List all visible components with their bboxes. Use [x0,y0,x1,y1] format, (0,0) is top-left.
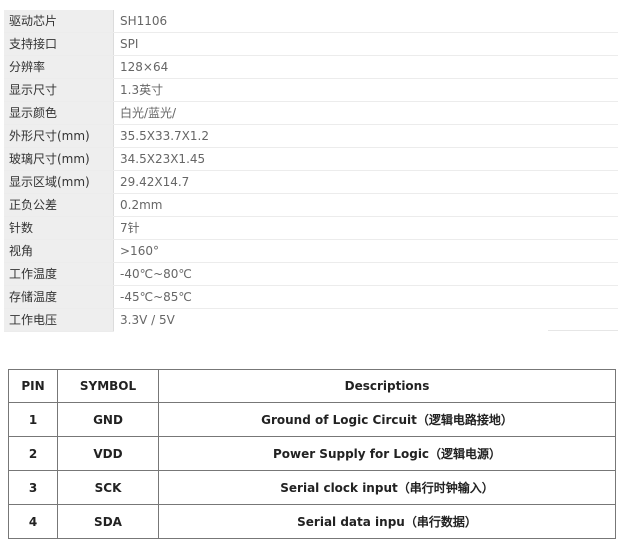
pin-number: 3 [8,470,58,505]
table-row: 2 VDD Power Supply for Logic（逻辑电源） [8,436,616,471]
spec-row: 针数 7针 [4,216,618,240]
pin-description: Serial clock input（串行时钟输入） [158,470,616,505]
spec-row: 驱动芯片 SH1106 [4,10,618,33]
pin-symbol: VDD [57,436,159,471]
pin-symbol: GND [57,402,159,437]
spec-label: 显示颜色 [4,101,114,125]
spec-label: 视角 [4,239,114,263]
spec-label: 驱动芯片 [4,10,114,33]
spec-value: 35.5X33.7X1.2 [113,124,618,148]
pin-number: 4 [8,504,58,539]
header-pin: PIN [8,369,58,403]
pin-description: Serial data inpu（串行数据） [158,504,616,539]
spec-value: >160° [113,239,618,263]
header-symbol: SYMBOL [57,369,159,403]
spec-row: 外形尺寸(mm) 35.5X33.7X1.2 [4,124,618,148]
spec-label: 工作温度 [4,262,114,286]
spec-value: 3.3V / 5V [120,313,175,328]
spec-row: 玻璃尺寸(mm) 34.5X23X1.45 [4,147,618,171]
spec-label: 支持接口 [4,32,114,56]
spec-label: 玻璃尺寸(mm) [4,147,114,171]
spec-row: 正负公差 0.2mm [4,193,618,217]
table-row: 4 SDA Serial data inpu（串行数据） [8,504,616,539]
spec-label: 正负公差 [4,193,114,217]
spec-row: 显示区域(mm) 29.42X14.7 [4,170,618,194]
header-descriptions: Descriptions [158,369,616,403]
spec-row: 视角 >160° [4,239,618,263]
spec-label: 外形尺寸(mm) [4,124,114,148]
table-divider [548,330,618,331]
spec-label: 工作电压 [4,308,114,332]
spec-value: 7针 [113,216,618,240]
spec-value: SH1106 [113,10,618,33]
spec-value: -40℃~80℃ [113,262,618,286]
spec-label: 针数 [4,216,114,240]
spec-row: 显示颜色 白光/蓝光/ [4,101,618,125]
spec-label: 显示尺寸 [4,78,114,102]
pin-symbol: SDA [57,504,159,539]
pin-number: 2 [8,436,58,471]
spec-value: SPI [113,32,618,56]
spec-table: 驱动芯片 SH1106 支持接口 SPI 分辨率 128×64 显示尺寸 1.3… [4,10,618,332]
spec-label: 显示区域(mm) [4,170,114,194]
pin-number: 1 [8,402,58,437]
spec-value: 128×64 [113,55,618,79]
pin-table-header-row: PIN SYMBOL Descriptions [8,369,616,403]
spec-row: 工作电压 3.3V / 5V [4,308,618,332]
spec-label: 存储温度 [4,285,114,309]
spec-value: 0.2mm [113,193,618,217]
pin-symbol: SCK [57,470,159,505]
spec-row: 存储温度 -45℃~85℃ [4,285,618,309]
pin-description: Ground of Logic Circuit（逻辑电路接地） [158,402,616,437]
table-row: 3 SCK Serial clock input（串行时钟输入） [8,470,616,505]
pin-table: PIN SYMBOL Descriptions 1 GND Ground of … [8,369,616,539]
spec-value: -45℃~85℃ [113,285,618,309]
spec-row: 分辨率 128×64 [4,55,618,79]
spec-row: 支持接口 SPI [4,32,618,56]
spec-value: 29.42X14.7 [113,170,618,194]
table-row: 1 GND Ground of Logic Circuit（逻辑电路接地） [8,402,616,437]
pin-description: Power Supply for Logic（逻辑电源） [158,436,616,471]
spec-row: 工作温度 -40℃~80℃ [4,262,618,286]
spec-label: 分辨率 [4,55,114,79]
spec-row: 显示尺寸 1.3英寸 [4,78,618,102]
spec-value: 白光/蓝光/ [113,101,618,125]
spec-value: 1.3英寸 [113,78,618,102]
spec-value: 34.5X23X1.45 [113,147,618,171]
